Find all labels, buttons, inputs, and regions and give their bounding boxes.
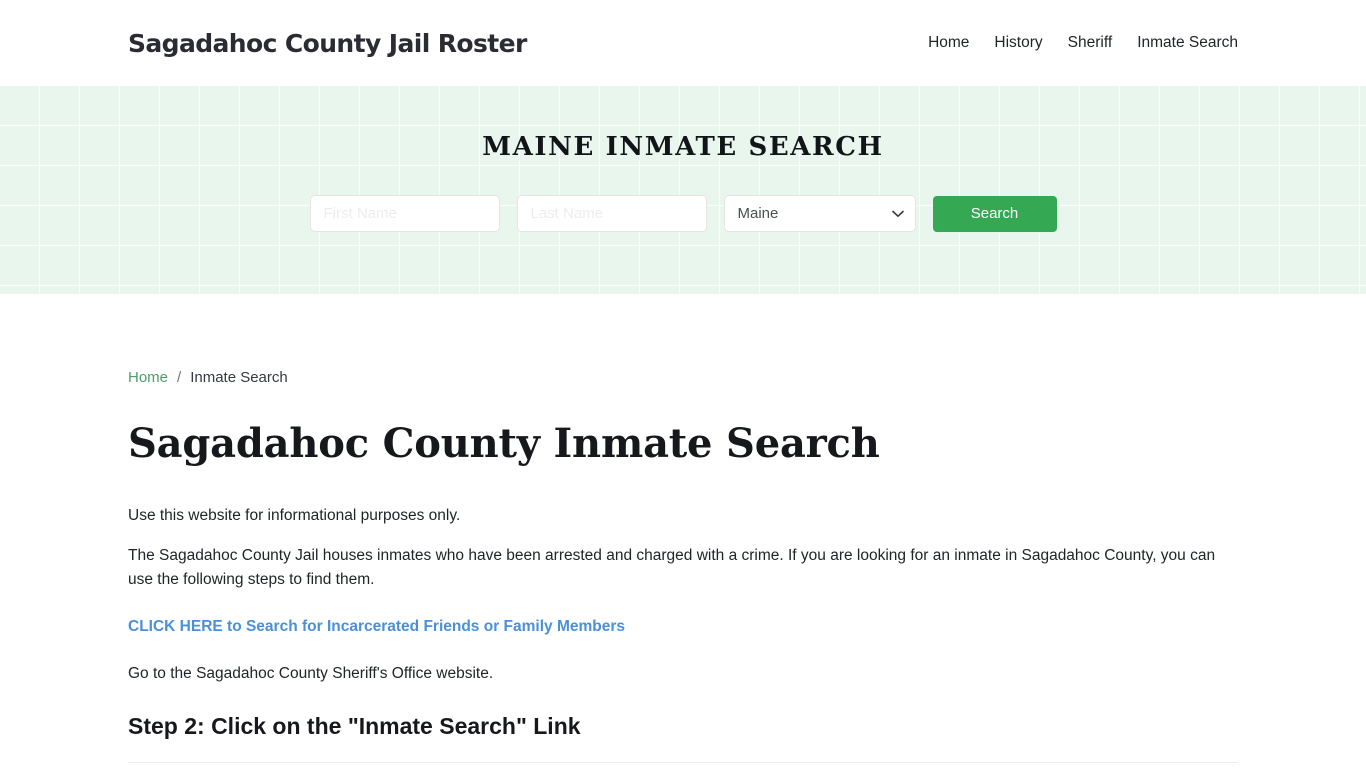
breadcrumb: Home / Inmate Search xyxy=(128,294,1238,385)
step-2-heading: Step 2: Click on the "Inmate Search" Lin… xyxy=(128,713,581,739)
incarcerated-search-link[interactable]: CLICK HERE to Search for Incarcerated Fr… xyxy=(128,615,625,639)
nav-item-sheriff[interactable]: Sheriff xyxy=(1068,34,1113,52)
inmate-search-form: Maine Search xyxy=(309,195,1057,232)
sheriff-website-paragraph: Go to the Sagadahoc County Sheriff's Off… xyxy=(128,665,494,682)
first-name-input[interactable] xyxy=(309,195,500,232)
nav-item-history[interactable]: History xyxy=(994,34,1042,52)
state-select-wrapper: Maine xyxy=(723,195,916,232)
site-header: Sagadahoc County Jail Roster Home Histor… xyxy=(0,0,1366,86)
description-paragraph: The Sagadahoc County Jail houses inmates… xyxy=(128,547,1216,588)
breadcrumb-separator: / xyxy=(177,369,182,386)
site-brand-title[interactable]: Sagadahoc County Jail Roster xyxy=(128,29,527,58)
last-name-input[interactable] xyxy=(516,195,707,232)
breadcrumb-link-home[interactable]: Home xyxy=(128,370,168,385)
nav-item-inmate-search[interactable]: Inmate Search xyxy=(1137,34,1238,52)
search-submit-button[interactable]: Search xyxy=(932,195,1057,232)
intro-paragraph: Use this website for informational purpo… xyxy=(128,507,461,524)
hero-search-section: MAINE INMATE SEARCH Maine Search xyxy=(0,86,1366,294)
nav-item-home[interactable]: Home xyxy=(928,34,969,52)
main-navigation: Home History Sheriff Inmate Search xyxy=(928,34,1238,52)
page-title: Sagadahoc County Inmate Search xyxy=(128,420,880,467)
state-select[interactable]: Maine xyxy=(723,195,916,232)
section-divider xyxy=(128,761,1238,763)
hero-title: MAINE INMATE SEARCH xyxy=(482,132,884,162)
breadcrumb-current-page: Inmate Search xyxy=(190,369,288,386)
main-content: Home / Inmate Search Sagadahoc County In… xyxy=(0,294,1366,768)
